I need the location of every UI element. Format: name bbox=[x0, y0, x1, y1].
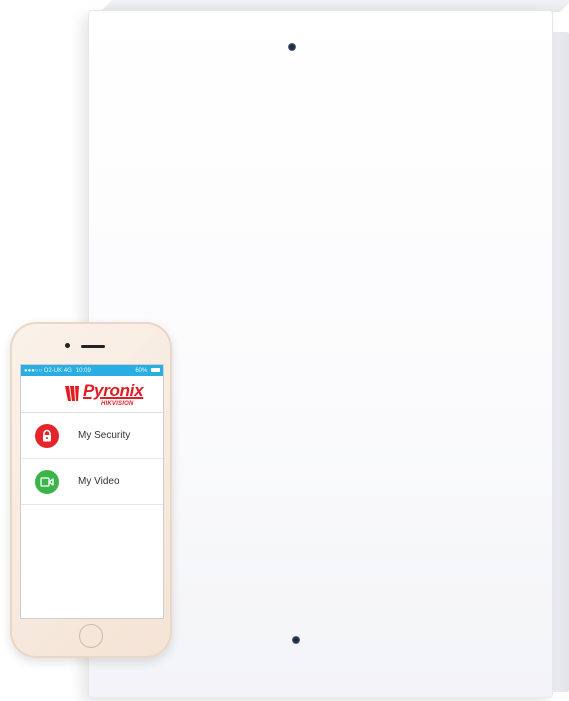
app-header: Pyronix HIKVISION bbox=[21, 376, 163, 413]
video-camera-icon bbox=[35, 469, 59, 494]
smartphone: ●●●○○ O2-UK 4G 10:09 60% Pyronix HIKVISI… bbox=[10, 322, 172, 658]
status-time: 10:09 bbox=[75, 367, 91, 374]
earpiece-speaker bbox=[81, 345, 105, 348]
padlock-icon bbox=[35, 423, 59, 448]
menu-item-my-video[interactable]: My Video bbox=[21, 459, 163, 505]
battery-percent: 60% bbox=[135, 367, 148, 374]
menu-item-my-security[interactable]: My Security bbox=[21, 413, 163, 459]
menu-item-label: My Video bbox=[78, 476, 120, 487]
brand-logo: Pyronix bbox=[83, 381, 144, 400]
carrier-signal: ●●●○○ O2-UK 4G bbox=[24, 367, 72, 374]
bottom-screw-icon bbox=[293, 637, 299, 643]
phone-screen: ●●●○○ O2-UK 4G 10:09 60% Pyronix HIKVISI… bbox=[20, 364, 164, 619]
top-screw-icon bbox=[289, 44, 295, 50]
status-bar: ●●●○○ O2-UK 4G 10:09 60% bbox=[21, 365, 163, 376]
sub-brand-logo: HIKVISION bbox=[101, 401, 134, 407]
battery-icon bbox=[151, 367, 160, 372]
pyronix-flame-icon bbox=[65, 386, 79, 401]
front-camera-icon bbox=[65, 343, 70, 348]
menu-item-label: My Security bbox=[78, 430, 131, 441]
home-button[interactable] bbox=[79, 624, 103, 648]
